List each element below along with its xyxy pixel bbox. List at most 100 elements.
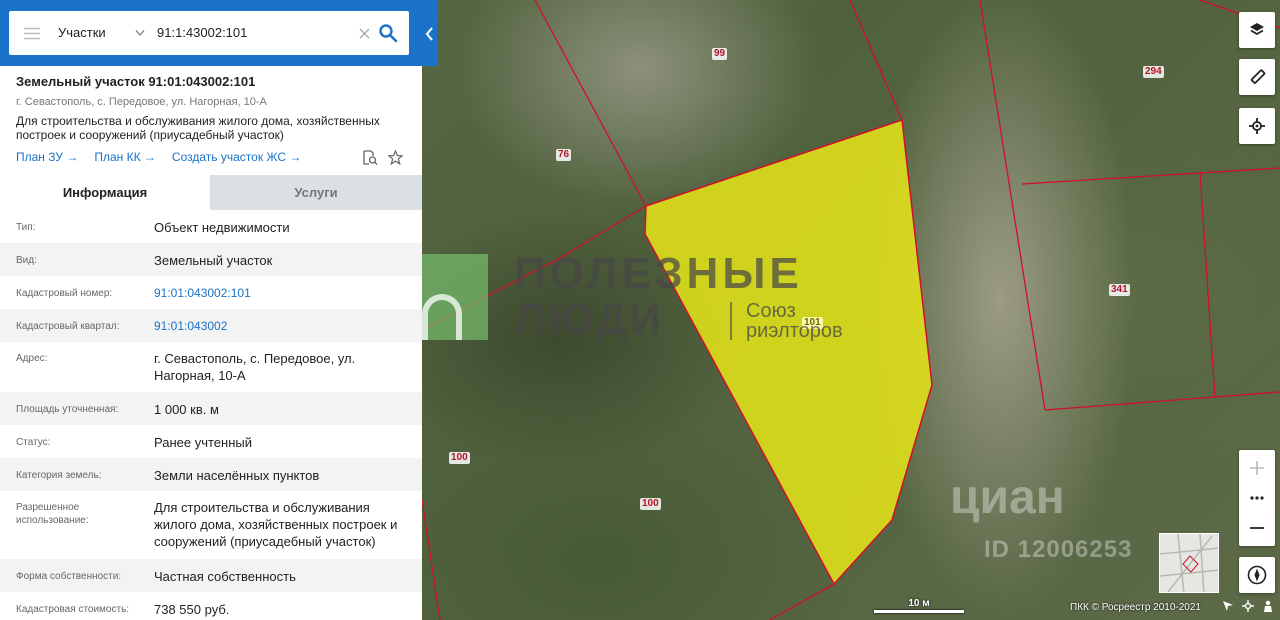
ruler-icon <box>1250 69 1266 84</box>
plan-zu-link[interactable]: План ЗУ → <box>16 150 78 164</box>
info-key: Кадастровая стоимость: <box>16 604 130 615</box>
watermark-line1: ПОЛЕЗНЫЕ <box>514 249 803 298</box>
watermark-sub2: риэлторов <box>746 320 843 342</box>
plan-kk-link[interactable]: План КК → <box>94 150 156 164</box>
parcel-label[interactable]: 294 <box>1143 66 1164 78</box>
info-key: Форма собственности: <box>16 571 122 582</box>
info-row-area: Площадь уточненная: 1 000 кв. м <box>0 392 422 425</box>
zoom-controls <box>1239 450 1275 546</box>
parcel-boundary <box>421 499 441 620</box>
category-select[interactable]: Участки <box>58 25 106 40</box>
search-document-icon[interactable] <box>362 150 378 166</box>
info-row-land-category: Категория земель: Земли населённых пункт… <box>0 458 422 491</box>
info-key: Вид: <box>16 255 37 266</box>
parcel-label[interactable]: 100 <box>640 498 661 510</box>
panel-tabs: Информация Услуги <box>0 175 422 210</box>
cian-logo: циан <box>950 471 1065 524</box>
info-row-status: Статус: Ранее учтенный <box>0 425 422 458</box>
scale-bar <box>874 610 964 613</box>
cadastral-number-link[interactable]: 91:01:043002:101 <box>154 285 412 302</box>
info-table: Тип: Объект недвижимости Вид: Земельный … <box>0 210 422 620</box>
layers-button[interactable] <box>1239 12 1275 48</box>
info-value: г. Севастополь, с. Передовое, ул. Нагорн… <box>154 351 356 383</box>
chevron-down-icon[interactable] <box>135 29 145 37</box>
info-row-kind: Вид: Земельный участок <box>0 243 422 276</box>
bottom-map-icons <box>1222 600 1274 612</box>
parcel-purpose: Для строительства и обслуживания жилого … <box>16 114 380 142</box>
crosshair-icon <box>1249 118 1265 134</box>
parcel-label[interactable]: 341 <box>1109 284 1130 296</box>
info-key: Кадастровый квартал: <box>16 321 120 332</box>
scale-label: 10 м <box>908 598 930 609</box>
zoom-in-button[interactable] <box>1239 450 1275 486</box>
info-row-cadastral-number: Кадастровый номер: 91:01:043002:101 <box>0 276 422 309</box>
parcel-label[interactable]: 99 <box>712 48 728 60</box>
info-value: 1 000 кв. м <box>154 402 219 417</box>
more-button[interactable] <box>1239 486 1275 510</box>
map-scale: 10 м <box>874 598 964 613</box>
tab-services[interactable]: Услуги <box>210 175 422 210</box>
parcel-boundary <box>1021 167 1280 185</box>
info-key: Категория земель: <box>16 470 102 481</box>
compass-button[interactable] <box>1239 557 1275 593</box>
watermark-divider <box>730 302 732 340</box>
dots-icon <box>1250 496 1264 500</box>
cian-watermark: циан ID 12006253 <box>950 470 1180 570</box>
plus-icon <box>1250 461 1264 475</box>
parcel-boundary <box>1199 171 1216 399</box>
collapse-panel-icon[interactable] <box>422 26 437 42</box>
parcel-boundary <box>534 0 647 207</box>
crosshair-small-icon[interactable] <box>1242 600 1254 612</box>
parcel-label[interactable]: 100 <box>449 452 470 464</box>
info-value: Частная собственность <box>154 569 296 584</box>
info-value: Ранее учтенный <box>154 435 252 450</box>
parcel-boundary <box>1044 391 1280 411</box>
info-value: Для строительства и обслуживания жилого … <box>154 500 398 549</box>
info-value: Объект недвижимости <box>154 220 290 235</box>
parcel-label[interactable]: 76 <box>556 149 572 161</box>
info-row-cadastral-value: Кадастровая стоимость: 738 550 руб. <box>0 592 422 620</box>
info-panel: Земельный участок 91:01:043002:101 г. Се… <box>0 0 422 620</box>
search-input[interactable]: 91:1:43002:101 <box>157 25 247 40</box>
info-key: Адрес: <box>16 353 48 364</box>
selected-parcel[interactable] <box>644 118 933 586</box>
info-row-address: Адрес: г. Севастополь, с. Передовое, ул.… <box>0 342 422 392</box>
layers-icon <box>1250 23 1264 36</box>
search-bar: Участки 91:1:43002:101 <box>0 0 437 66</box>
clear-icon[interactable] <box>359 28 370 39</box>
person-icon[interactable] <box>1262 600 1274 612</box>
tab-information[interactable]: Информация <box>0 175 210 210</box>
info-value: 738 550 руб. <box>154 602 230 617</box>
overview-minimap[interactable] <box>1159 533 1219 593</box>
info-key: Разрешенное использование: <box>16 502 89 526</box>
watermark-line2: ЛЮДИ <box>514 295 665 344</box>
info-row-cadastral-quarter: Кадастровый квартал: 91:01:043002 <box>0 309 422 342</box>
parcel-title: Земельный участок 91:01:043002:101 <box>16 74 256 89</box>
parcel-boundary <box>849 0 903 121</box>
measure-button[interactable] <box>1239 59 1275 95</box>
search-icon[interactable] <box>378 23 398 43</box>
star-icon[interactable] <box>388 150 403 165</box>
info-row-permitted-use: Разрешенное использование: Для строитель… <box>0 491 422 559</box>
search-box: Участки 91:1:43002:101 <box>9 11 409 55</box>
info-value: Земельный участок <box>154 253 273 268</box>
cursor-icon[interactable] <box>1222 600 1234 612</box>
info-row-ownership: Форма собственности: Частная собственнос… <box>0 559 422 592</box>
info-key: Площадь уточненная: <box>16 404 119 415</box>
polezlyudi-watermark: ПОЛЕЗНЫЕ ЛЮДИ Союз риэлторов <box>402 252 872 352</box>
parcel-boundary <box>979 0 1046 411</box>
info-key: Кадастровый номер: <box>16 288 113 299</box>
parcel-address: г. Севастополь, с. Передовое, ул. Нагорн… <box>16 96 267 108</box>
compass-icon <box>1247 565 1267 585</box>
cadastral-quarter-link[interactable]: 91:01:043002 <box>154 318 412 335</box>
create-parcel-link[interactable]: Создать участок ЖС → <box>172 150 301 164</box>
minus-icon <box>1250 527 1264 529</box>
menu-icon[interactable] <box>23 27 41 40</box>
minimap-streets <box>1160 534 1218 592</box>
info-key: Статус: <box>16 437 51 448</box>
locate-button[interactable] <box>1239 108 1275 144</box>
zoom-out-button[interactable] <box>1239 510 1275 546</box>
parcel-boundary <box>769 583 835 620</box>
map-copyright: ПКК © Росреестр 2010-2021 <box>1070 602 1201 613</box>
parcel-links: План ЗУ → План КК → Создать участок ЖС → <box>16 150 301 164</box>
